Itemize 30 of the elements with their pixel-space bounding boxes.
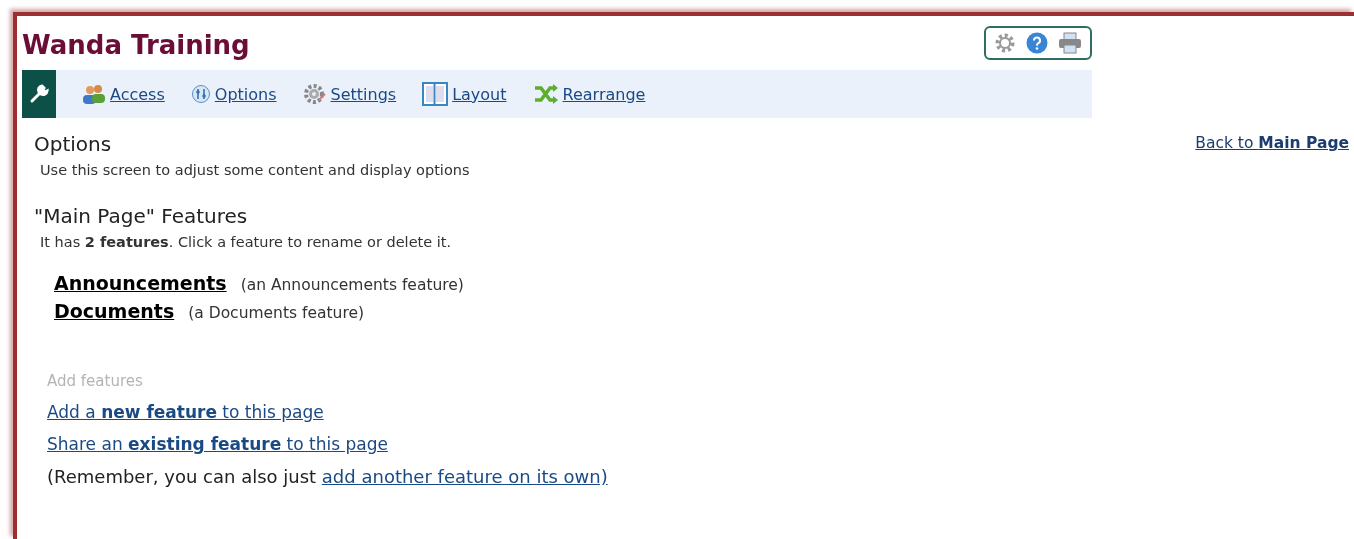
features-heading: "Main Page" Features (34, 204, 249, 228)
page-heading: Options (34, 132, 113, 156)
feature-type: (an Announcements feature) (240, 276, 464, 294)
site-title: Wanda Training (22, 29, 250, 60)
toolbar-link[interactable]: Settings (302, 82, 397, 106)
feature-type: (a Documents feature) (188, 304, 364, 322)
toolbar-link[interactable]: Options (190, 84, 277, 104)
settings-icon[interactable] (994, 32, 1016, 54)
add-feature-link[interactable]: Add a new feature to this page (47, 402, 608, 422)
shuffle-icon (532, 83, 559, 105)
wrench-icon (29, 84, 49, 104)
toolbar-link[interactable]: Rearrange (532, 83, 646, 105)
toolbar-link[interactable]: Access (82, 83, 165, 105)
feature-link[interactable]: Documents (54, 300, 175, 322)
help-icon[interactable] (1026, 32, 1048, 54)
wrench-button[interactable] (22, 70, 56, 118)
features-summary: It has 2 features. Click a feature to rename or delete it. (40, 234, 453, 250)
add-another-feature-link[interactable]: add another feature on its own) (321, 466, 608, 487)
feature-link[interactable]: Announcements (54, 272, 227, 294)
people-icon (82, 83, 106, 105)
print-icon[interactable] (1058, 32, 1082, 54)
columns-icon (422, 82, 449, 106)
gear-icon (302, 82, 327, 106)
options-icon (190, 84, 211, 104)
toolbar-link[interactable]: Layout (422, 82, 507, 106)
add-features-label: Add features (47, 372, 144, 390)
add-feature-link[interactable]: Share an existing feature to this page (47, 434, 608, 454)
page-description: Use this screen to adjust some content and display options (40, 162, 471, 178)
remember-note: (Remember, you can also just add another feature on its own) (47, 466, 608, 487)
back-link[interactable]: Back to Main Page (1195, 134, 1349, 487)
